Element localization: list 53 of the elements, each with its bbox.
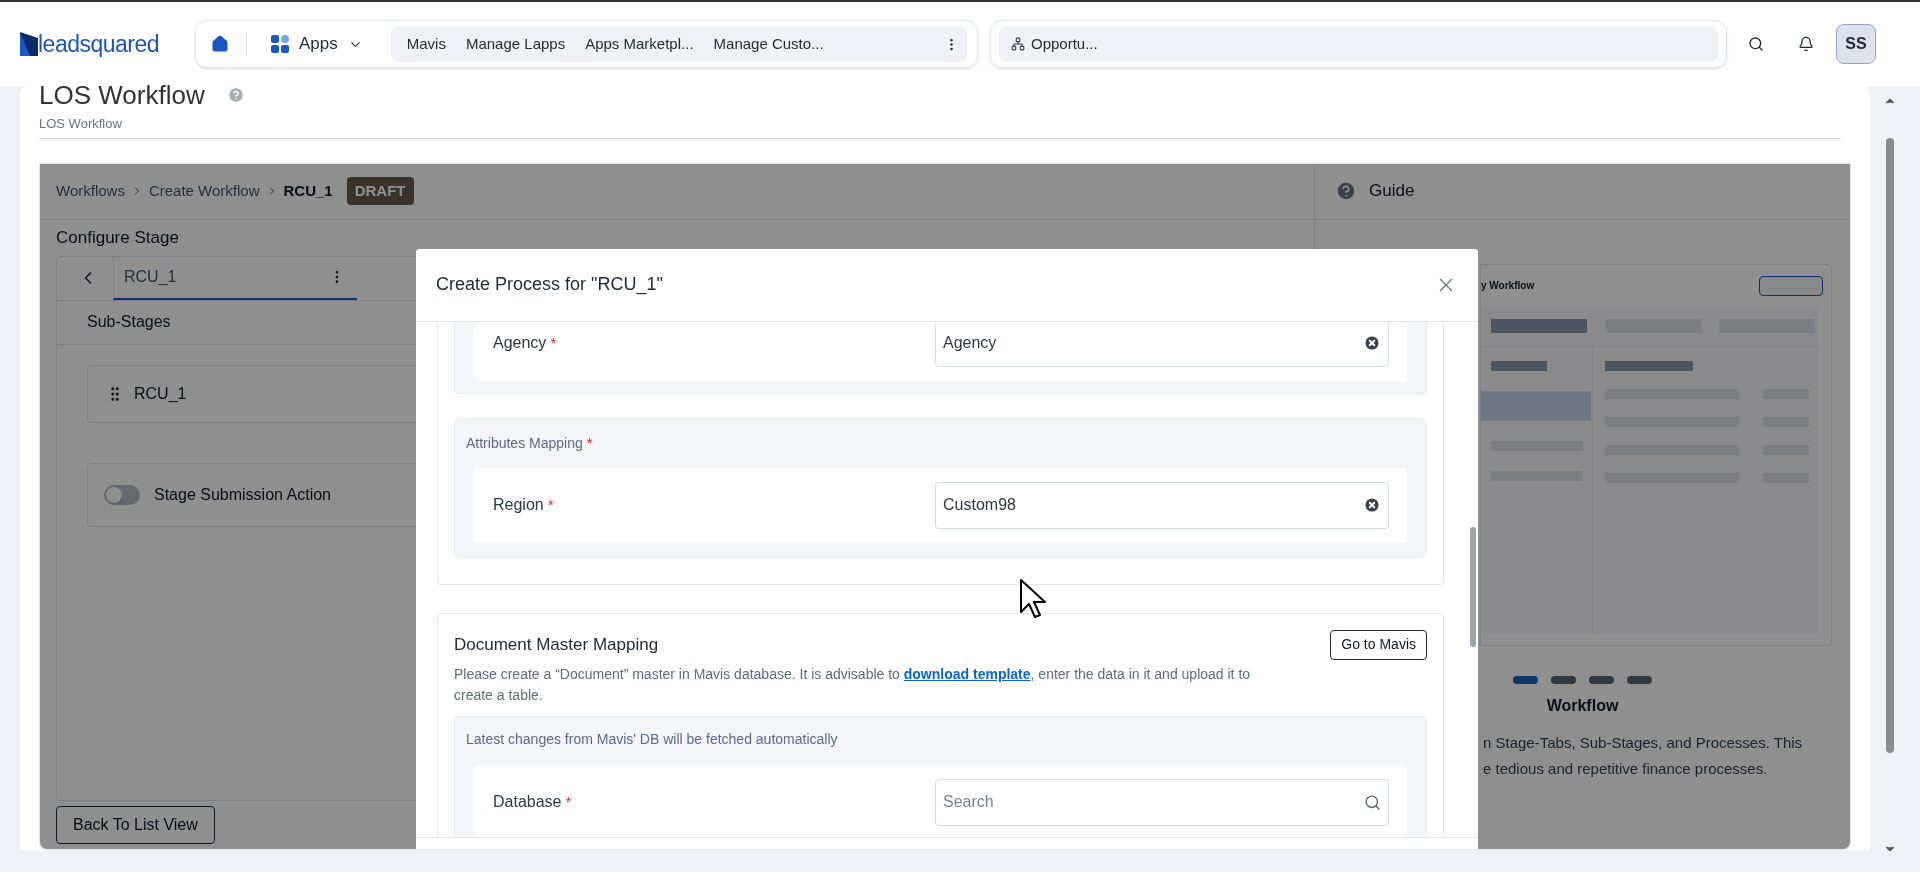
section-title: Configure Stage xyxy=(56,226,179,249)
logo-icon xyxy=(20,32,38,56)
slide-description: e tedious and repetitive finance processes. xyxy=(1483,758,1769,779)
group-note: Latest changes from Mavis' DB will be fetched automatically xyxy=(466,729,839,749)
nav-tab[interactable]: Manage Lapps xyxy=(455,29,576,59)
toggle-label: Stage Submission Action xyxy=(154,484,331,505)
input-field[interactable]: Custom98 xyxy=(935,481,1389,529)
input-field[interactable]: Search xyxy=(935,778,1389,826)
modal-title: Create Process for "RCU_1" xyxy=(436,273,663,297)
nav-tab[interactable]: Apps Marketpl... xyxy=(575,29,704,59)
section-heading: Document Master Mapping xyxy=(454,633,659,656)
required-mark: * xyxy=(547,494,554,515)
apps-menu-button[interactable]: Apps xyxy=(259,26,375,62)
hierarchy-icon[interactable] xyxy=(1011,37,1025,51)
download-template-link[interactable]: download template xyxy=(903,665,1031,682)
nav-tab[interactable]: Manage Custo... xyxy=(703,29,834,59)
field-label: Agency xyxy=(493,333,547,353)
scrollbar[interactable] xyxy=(1470,526,1476,647)
required-mark: * xyxy=(586,433,593,454)
sub-stages-title: Sub-Stages xyxy=(87,312,171,332)
page-title: LOS Workflow xyxy=(39,80,205,110)
field-label: Region xyxy=(493,495,544,515)
breadcrumb-current: RCU_1 xyxy=(283,180,333,201)
help-icon xyxy=(1335,180,1357,202)
user-avatar[interactable]: SS xyxy=(1836,24,1876,64)
page-subtitle: LOS Workflow xyxy=(39,115,123,133)
toggle-switch[interactable] xyxy=(104,484,140,505)
slide-description: n Stage-Tabs, Sub-Stages, and Processes. This xyxy=(1483,732,1804,753)
illustration-caption: y Workflow xyxy=(1481,279,1535,293)
required-mark: * xyxy=(550,332,557,353)
button-placeholder-drawing xyxy=(1759,275,1823,296)
open-tab[interactable]: Opportu... xyxy=(999,26,1718,62)
slide-title: Workflow xyxy=(1546,695,1619,716)
section-description: Please create a “Document” master in Mavis database. It is advisable to download template, enter the data in it and upload it to create a table. xyxy=(454,664,1252,705)
status-badge: DRAFT xyxy=(346,177,414,205)
home-icon[interactable] xyxy=(211,35,229,53)
breadcrumb-link[interactable]: Workflows xyxy=(56,179,125,203)
group-title: Attributes Mapping xyxy=(466,434,583,453)
logo-text: leadsquared xyxy=(38,33,160,56)
input-field[interactable]: Agency xyxy=(935,321,1389,367)
go-to-mavis-button[interactable]: Go to Mavis xyxy=(1330,629,1427,660)
search-icon[interactable] xyxy=(1364,793,1381,811)
back-to-list-button[interactable]: Back To List View xyxy=(56,806,215,844)
field-label: Database xyxy=(493,792,562,812)
required-mark: * xyxy=(565,791,572,812)
nav-tab[interactable]: Mavis xyxy=(396,29,456,59)
cursor-icon xyxy=(1020,578,1046,619)
clear-icon[interactable] xyxy=(1363,334,1381,352)
stage-tab[interactable]: RCU_1 xyxy=(113,256,357,300)
guide-title: Guide xyxy=(1369,180,1415,203)
clear-icon[interactable] xyxy=(1363,496,1381,514)
breadcrumb-link[interactable]: Create Workflow xyxy=(148,179,260,203)
grid-icon[interactable] xyxy=(271,35,289,53)
